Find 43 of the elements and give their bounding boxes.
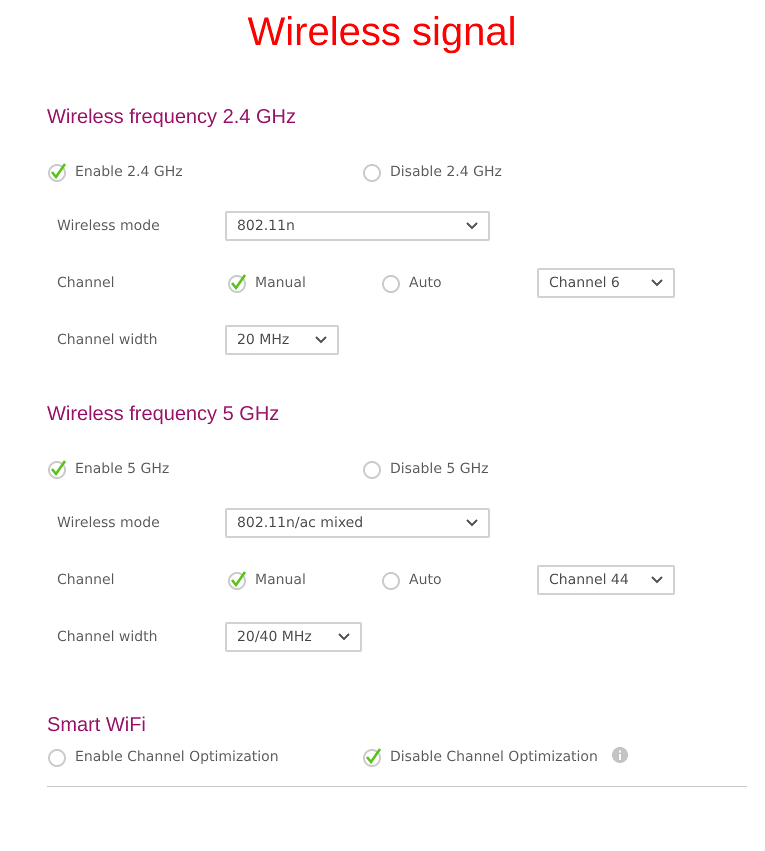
radio-button[interactable] <box>381 272 403 294</box>
section-heading: Wireless frequency 2.4 GHz <box>47 105 297 130</box>
radio-button[interactable] <box>47 746 69 768</box>
option-label: Manual <box>255 572 306 588</box>
radio-button[interactable] <box>227 272 249 294</box>
section-heading: Smart WiFi <box>47 713 147 738</box>
chevron-down-icon <box>651 279 663 287</box>
option-label: Disable 2.4 GHz <box>390 164 502 180</box>
field-label: Wireless mode <box>57 515 161 531</box>
radio-button[interactable] <box>362 458 384 480</box>
radio-button[interactable] <box>362 161 384 183</box>
option-label: Auto <box>409 275 442 291</box>
option-label: Disable 5 GHz <box>390 461 488 477</box>
field-label: Channel width <box>57 629 159 645</box>
chevron-down-icon <box>651 576 663 584</box>
dropdown[interactable]: Channel 6 <box>537 268 675 298</box>
info-icon[interactable] <box>612 747 628 763</box>
option-label: Enable 5 GHz <box>75 461 170 477</box>
section-heading: Wireless frequency 5 GHz <box>47 402 280 427</box>
radio-button[interactable] <box>47 458 69 480</box>
option-label: Enable Channel Optimization <box>75 749 279 765</box>
chevron-down-icon <box>338 633 350 641</box>
chevron-down-icon <box>466 519 478 527</box>
radio-button[interactable] <box>227 569 249 591</box>
dropdown[interactable]: 802.11n/ac mixed <box>225 508 490 538</box>
radio-button[interactable] <box>362 746 384 768</box>
dropdown[interactable]: 20/40 MHz <box>225 622 362 652</box>
option-label: Disable Channel Optimization <box>390 749 598 765</box>
field-label: Channel width <box>57 332 159 348</box>
radio-button[interactable] <box>381 569 403 591</box>
dropdown[interactable]: Channel 44 <box>537 565 675 595</box>
field-label: Wireless mode <box>57 218 161 234</box>
field-label: Channel <box>57 275 116 291</box>
chevron-down-icon <box>315 336 328 344</box>
option-label: Enable 2.4 GHz <box>75 164 183 180</box>
radio-button[interactable] <box>47 161 69 183</box>
option-label: Auto <box>409 572 442 588</box>
chevron-down-icon <box>466 222 478 230</box>
field-label: Channel <box>57 572 116 588</box>
option-label: Manual <box>255 275 306 291</box>
dropdown[interactable]: 20 MHz <box>225 325 340 355</box>
dropdown[interactable]: 802.11n <box>225 211 490 241</box>
page-title: Wireless signal <box>246 9 518 56</box>
